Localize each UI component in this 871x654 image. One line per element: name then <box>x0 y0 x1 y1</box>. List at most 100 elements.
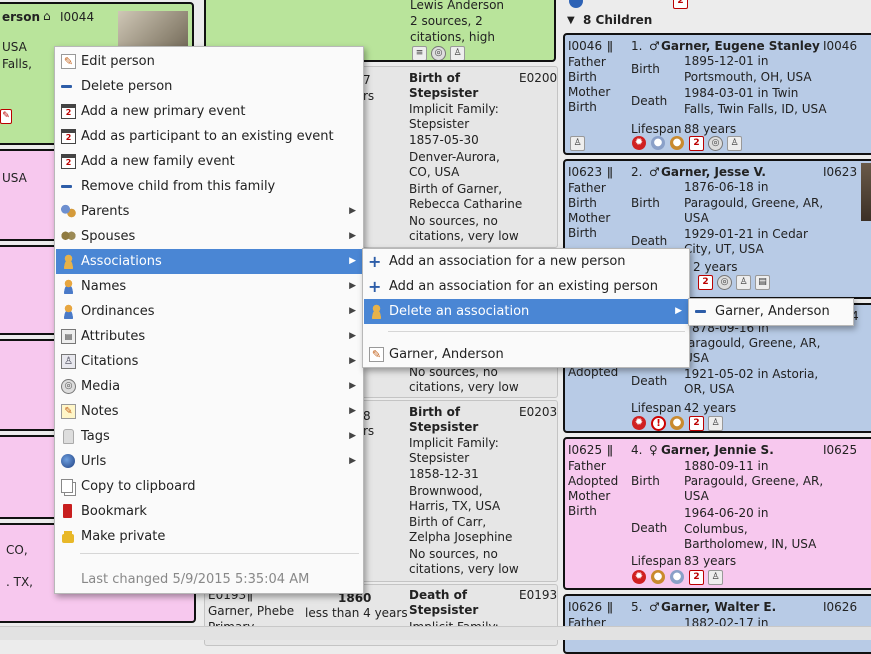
bottom-scrollbar[interactable] <box>0 626 871 640</box>
event-line: 2 sources, 2 <box>410 14 483 28</box>
birth-value: Paragould, Greene, AR, <box>684 474 824 488</box>
plus-icon: + <box>368 252 382 271</box>
child-id-right: I0626 <box>823 600 858 614</box>
menu-separator <box>80 553 359 554</box>
menu-item-delete-person[interactable]: Delete person <box>56 74 362 99</box>
person-icon <box>369 304 384 319</box>
menu-item-add-association-existing[interactable]: + Add an association for an existing per… <box>364 274 688 299</box>
menu-item-label: Add an association for a new person <box>389 254 626 269</box>
menu-item-edit-person[interactable]: ✎ Edit person <box>56 49 362 74</box>
globe-icon <box>61 454 75 468</box>
menu-item-tags[interactable]: Tags ▶ <box>56 424 362 449</box>
event-line: citations, very low <box>409 229 519 243</box>
event-line: citations, very low <box>409 380 519 394</box>
home-icon: ⌂ <box>43 9 51 23</box>
menu-item-parents[interactable]: Parents ▶ <box>56 199 362 224</box>
menu-item-add-family-event[interactable]: 2 Add a new family event <box>56 149 362 174</box>
child-card-4[interactable]: I0625 ǁ 4. ♀ Garner, Jennie S. I0625 Fat… <box>563 437 871 590</box>
death-value: 1921-05-02 in Astoria, <box>684 367 819 381</box>
menu-item-delete-association[interactable]: Delete an association ▶ <box>364 299 688 324</box>
child-id: I0626 <box>568 600 603 614</box>
rel-label: Birth <box>568 70 597 84</box>
birth-value: Paragould, Greene, AR, <box>684 196 824 210</box>
event-line: citations, high <box>410 30 496 44</box>
person-icon <box>61 254 76 269</box>
lock-icon <box>62 534 74 543</box>
info-icon[interactable] <box>569 0 583 8</box>
menu-item-attributes[interactable]: ▤ Attributes ▶ <box>56 324 362 349</box>
menu-item-label: Ordinances <box>81 304 155 319</box>
notes-icon: ✎ <box>61 404 76 419</box>
male-icon: ♂ <box>649 165 660 179</box>
child-card-1[interactable]: I0046 ǁ 1. ♂ Garner, Eugene Stanley I004… <box>563 33 871 155</box>
media-icon: ◎ <box>431 46 446 60</box>
lifespan-value: 2 years <box>693 260 738 274</box>
collapse-arrow-icon[interactable]: ▼ <box>567 13 575 28</box>
menu-item-label: Attributes <box>81 329 146 344</box>
menu-item-copy-clipboard[interactable]: Copy to clipboard <box>56 474 362 499</box>
menu-item-spouses[interactable]: Spouses ▶ <box>56 224 362 249</box>
menu-item-bookmark[interactable]: Bookmark <box>56 499 362 524</box>
child-name: Garner, Walter E. <box>661 600 777 614</box>
person-line: CO, <box>6 543 28 557</box>
menu-item-add-association-new[interactable]: + Add an association for a new person <box>364 249 688 274</box>
menu-item-make-private[interactable]: Make private <box>56 524 362 549</box>
death-value: Columbus, <box>684 522 748 536</box>
minus-icon <box>695 310 706 313</box>
lifespan-value: 42 years <box>684 401 737 415</box>
menu-item-notes[interactable]: ✎ Notes ▶ <box>56 399 362 424</box>
child-id: I0623 <box>568 165 603 179</box>
calendar-icon[interactable]: 2 <box>673 0 688 9</box>
submenu-arrow-icon: ▶ <box>349 456 356 466</box>
submenu-arrow-icon: ▶ <box>349 206 356 216</box>
menu-item-names[interactable]: Names ▶ <box>56 274 362 299</box>
menu-item-associations[interactable]: Associations ▶ <box>56 249 362 274</box>
event-line: Zelpha Josephine <box>409 530 513 544</box>
menu-item-citations[interactable]: ♙ Citations ▶ <box>56 349 362 374</box>
event-line: citations, very low <box>409 562 519 576</box>
menu-item-add-participant-event[interactable]: 2 Add as participant to an existing even… <box>56 124 362 149</box>
citation-icon: ♙ <box>736 275 751 290</box>
spouses-icon <box>61 229 76 244</box>
event-side: rs <box>363 424 375 438</box>
person-line: . TX, <box>6 575 33 589</box>
event-icon: ✹ <box>632 416 646 430</box>
child-id-right: I0046 <box>823 39 858 53</box>
rel-label: Adopted <box>568 474 619 488</box>
rel-label: Birth <box>568 504 597 518</box>
menu-item-label: Add an association for an existing perso… <box>389 279 658 294</box>
death-value: City, UT, USA <box>684 242 764 256</box>
menu-item-label: Add as participant to an existing event <box>81 129 334 144</box>
menu-item-label: Bookmark <box>81 504 147 519</box>
menu-item-label: Tags <box>81 429 110 444</box>
menu-item-media[interactable]: ◎ Media ▶ <box>56 374 362 399</box>
menu-item-remove-child[interactable]: Remove child from this family <box>56 174 362 199</box>
menu-item-add-primary-event[interactable]: 2 Add a new primary event <box>56 99 362 124</box>
children-header-label: 8 Children <box>583 13 653 27</box>
birth-value: aragould, Greene, AR, <box>688 336 821 350</box>
submenu-arrow-icon: ▶ <box>349 331 356 341</box>
attributes-icon: ▤ <box>61 329 76 344</box>
menu-item-delete-association-person[interactable]: Garner, Anderson <box>690 299 852 324</box>
warning-icon: ! <box>651 416 666 431</box>
children-header[interactable]: ▼ 8 Children <box>563 11 871 31</box>
notes-icon: ▤ <box>755 275 770 290</box>
child-num: 5. <box>631 600 643 614</box>
info-icon: ǁ <box>607 600 613 614</box>
media-icon: ◎ <box>717 275 732 290</box>
rel-label: Mother <box>568 85 611 99</box>
event-line: Implicit Family: <box>409 436 499 450</box>
birth-label: Birth <box>631 474 660 488</box>
event-title: Death of <box>409 588 468 602</box>
event-line: Lewis Anderson <box>410 0 505 12</box>
menu-item-ordinances[interactable]: Ordinances ▶ <box>56 299 362 324</box>
menu-item-urls[interactable]: Urls ▶ <box>56 449 362 474</box>
calendar-icon: 2 <box>698 275 713 290</box>
calendar-icon: 2 <box>61 154 76 169</box>
menu-item-label: Garner, Anderson <box>389 347 504 362</box>
menu-item-label: Urls <box>81 454 107 469</box>
menu-item-association-existing-person[interactable]: ✎ Garner, Anderson <box>364 342 688 367</box>
edit-icon: ✎ <box>61 54 76 69</box>
child-card-5[interactable]: I0626 ǁ 5. ♂ Garner, Walter E. I0626 Fat… <box>563 594 871 654</box>
edit-icon: ✎ <box>0 109 12 124</box>
